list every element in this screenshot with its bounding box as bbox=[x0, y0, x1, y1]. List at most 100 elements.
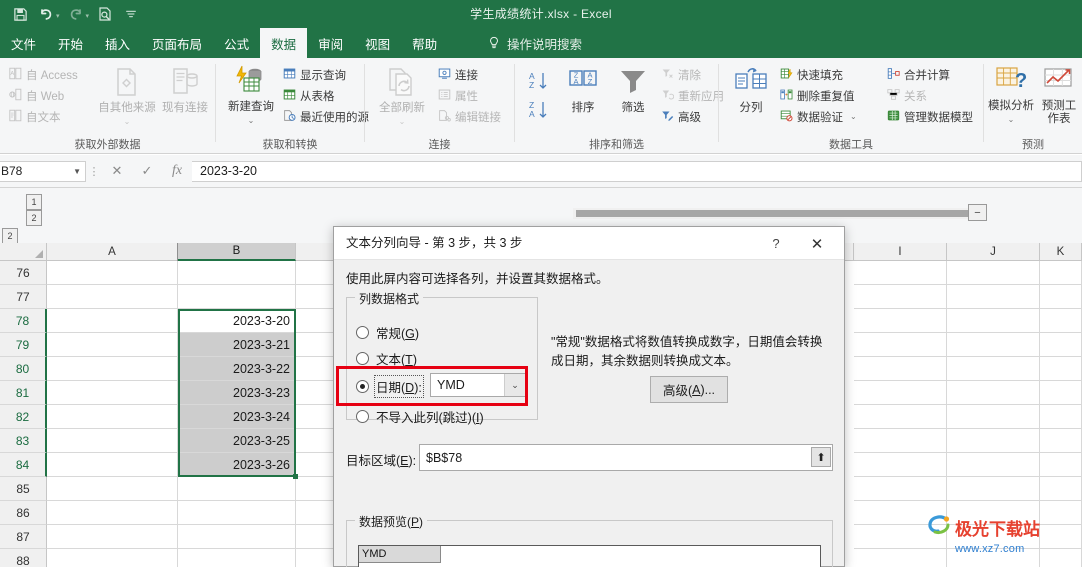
cancel-formula-icon[interactable]: ✕ bbox=[102, 160, 132, 182]
tab-help[interactable]: 帮助 bbox=[401, 28, 448, 58]
cell-k80[interactable] bbox=[1040, 357, 1082, 381]
outline-row-level-button[interactable]: 2 bbox=[2, 228, 18, 244]
cmd-data-validation[interactable]: 数据验证 ⌄ bbox=[777, 106, 860, 127]
cmd-from-other-sources[interactable]: 自其他来源 ⌄ bbox=[97, 66, 157, 128]
cell-i81[interactable] bbox=[854, 381, 947, 405]
cell-j83[interactable] bbox=[947, 429, 1040, 453]
cmd-from-web[interactable]: 自 Web bbox=[6, 85, 81, 106]
chevron-down-icon[interactable]: ⌄ bbox=[1008, 113, 1015, 126]
cmd-refresh-all[interactable]: 全部刷新 ⌄ bbox=[373, 66, 431, 128]
cell-i77[interactable] bbox=[854, 285, 947, 309]
radio-button-icon[interactable] bbox=[356, 326, 369, 339]
cell-a80[interactable] bbox=[47, 357, 178, 381]
selection-fill-handle[interactable] bbox=[293, 474, 298, 479]
row-header[interactable]: 88 bbox=[0, 549, 47, 567]
radio-skip-column[interactable]: 不导入此列(跳过)(I) bbox=[356, 407, 484, 426]
row-header[interactable]: 80 bbox=[0, 357, 47, 381]
cell-k81[interactable] bbox=[1040, 381, 1082, 405]
chevron-down-icon[interactable]: ⌄ bbox=[850, 112, 857, 121]
cmd-remove-duplicates[interactable]: 删除重复值 bbox=[777, 85, 860, 106]
cell-a81[interactable] bbox=[47, 381, 178, 405]
cmd-properties[interactable]: 属性 bbox=[435, 85, 504, 106]
chevron-down-icon[interactable]: ▼ bbox=[73, 167, 81, 176]
cell-a78[interactable] bbox=[47, 309, 178, 333]
data-preview-box[interactable]: YMD bbox=[358, 545, 821, 567]
cmd-filter[interactable]: 筛选 bbox=[608, 66, 658, 115]
cell-i84[interactable] bbox=[854, 453, 947, 477]
cell-j80[interactable] bbox=[947, 357, 1040, 381]
cell-j84[interactable] bbox=[947, 453, 1040, 477]
cell-j82[interactable] bbox=[947, 405, 1040, 429]
column-header-j[interactable]: J bbox=[947, 243, 1040, 261]
tab-view[interactable]: 视图 bbox=[354, 28, 401, 58]
cell-a88[interactable] bbox=[47, 549, 178, 567]
tab-review[interactable]: 审阅 bbox=[307, 28, 354, 58]
cell-i78[interactable] bbox=[854, 309, 947, 333]
row-header[interactable]: 82 bbox=[0, 405, 47, 429]
cmd-relationships[interactable]: 关系 bbox=[884, 85, 976, 106]
name-box[interactable]: B78 ▼ bbox=[0, 160, 86, 182]
column-header-a[interactable]: A bbox=[47, 243, 178, 261]
cell-b80[interactable]: 2023-3-22 bbox=[178, 357, 296, 381]
cell-k84[interactable] bbox=[1040, 453, 1082, 477]
cmd-sort-ascending[interactable]: AZ bbox=[527, 70, 551, 97]
cmd-sort[interactable]: ZAAZ 排序 bbox=[558, 66, 608, 115]
cell-i79[interactable] bbox=[854, 333, 947, 357]
tab-insert[interactable]: 插入 bbox=[94, 28, 141, 58]
radio-general[interactable]: 常规(G) bbox=[356, 323, 419, 342]
cell-b81[interactable]: 2023-3-23 bbox=[178, 381, 296, 405]
radio-button-icon[interactable] bbox=[356, 352, 369, 365]
collapse-group-button[interactable]: − bbox=[968, 204, 987, 221]
horizontal-scrollbar-thumb[interactable] bbox=[576, 210, 970, 217]
cell-k77[interactable] bbox=[1040, 285, 1082, 309]
cell-j81[interactable] bbox=[947, 381, 1040, 405]
row-header[interactable]: 76 bbox=[0, 261, 47, 285]
cmd-connections[interactable]: 连接 bbox=[435, 64, 504, 85]
row-header[interactable]: 77 bbox=[0, 285, 47, 309]
row-header[interactable]: 87 bbox=[0, 525, 47, 549]
row-header[interactable]: 83 bbox=[0, 429, 47, 453]
column-header-k[interactable]: K bbox=[1040, 243, 1082, 261]
cmd-forecast-sheet[interactable]: 预测工作表 bbox=[1037, 66, 1081, 126]
row-header[interactable]: 85 bbox=[0, 477, 47, 501]
range-picker-icon[interactable]: ⬆ bbox=[811, 447, 831, 467]
cmd-advanced-filter[interactable]: 高级 bbox=[658, 106, 727, 127]
cell-a77[interactable] bbox=[47, 285, 178, 309]
cell-b84[interactable]: 2023-3-26 bbox=[178, 453, 296, 477]
row-header[interactable]: 78 bbox=[0, 309, 47, 333]
cell-j77[interactable] bbox=[947, 285, 1040, 309]
cell-b86[interactable] bbox=[178, 501, 296, 525]
tab-page-layout[interactable]: 页面布局 bbox=[141, 28, 213, 58]
help-icon[interactable]: ? bbox=[760, 227, 792, 260]
tab-file[interactable]: 文件 bbox=[0, 28, 47, 58]
tab-home[interactable]: 开始 bbox=[47, 28, 94, 58]
cell-b79[interactable]: 2023-3-21 bbox=[178, 333, 296, 357]
cell-k76[interactable] bbox=[1040, 261, 1082, 285]
advanced-button[interactable]: 高级(A)... bbox=[650, 376, 728, 403]
cmd-edit-links[interactable]: 编辑链接 bbox=[435, 106, 504, 127]
cmd-from-table[interactable]: 从表格 bbox=[280, 85, 372, 106]
tab-data[interactable]: 数据 bbox=[260, 28, 308, 58]
cell-i85[interactable] bbox=[854, 477, 947, 501]
cmd-show-queries[interactable]: 显示查询 bbox=[280, 64, 372, 85]
cell-a86[interactable] bbox=[47, 501, 178, 525]
radio-button-icon[interactable] bbox=[356, 410, 369, 423]
cell-k83[interactable] bbox=[1040, 429, 1082, 453]
cell-k82[interactable] bbox=[1040, 405, 1082, 429]
cell-b76[interactable] bbox=[178, 261, 296, 285]
tab-formulas[interactable]: 公式 bbox=[213, 28, 260, 58]
cmd-sort-descending[interactable]: ZA bbox=[527, 99, 551, 126]
column-header-b[interactable]: B bbox=[178, 243, 296, 261]
cell-b77[interactable] bbox=[178, 285, 296, 309]
cmd-new-query[interactable]: 新建查询 ⌄ bbox=[222, 65, 280, 127]
cell-k78[interactable] bbox=[1040, 309, 1082, 333]
cmd-from-text[interactable]: 自文本 bbox=[6, 106, 81, 127]
cell-b82[interactable]: 2023-3-24 bbox=[178, 405, 296, 429]
tell-me-search[interactable]: 操作说明搜索 bbox=[487, 28, 582, 58]
cell-b87[interactable] bbox=[178, 525, 296, 549]
outline-level-1-button[interactable]: 1 bbox=[26, 194, 42, 210]
cell-j79[interactable] bbox=[947, 333, 1040, 357]
row-header[interactable]: 86 bbox=[0, 501, 47, 525]
row-header[interactable]: 84 bbox=[0, 453, 47, 477]
row-header[interactable]: 79 bbox=[0, 333, 47, 357]
